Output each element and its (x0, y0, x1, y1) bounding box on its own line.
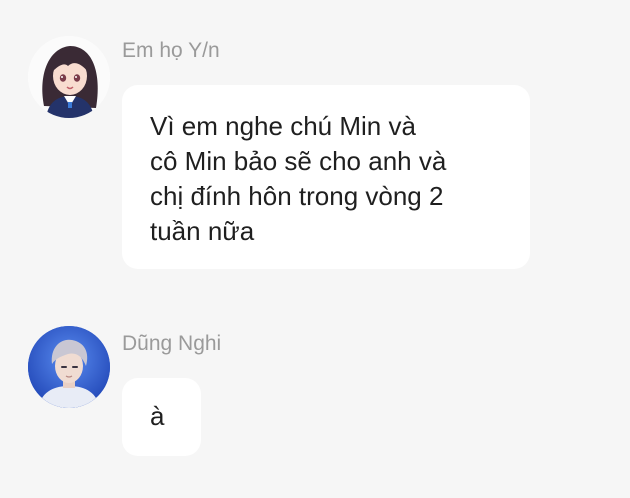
sender-name: Dũng Nghi (122, 332, 222, 355)
message-text: Vì em nghe chú Min và cô Min bảo sẽ cho … (150, 111, 447, 246)
message-bubble[interactable]: Vì em nghe chú Min và cô Min bảo sẽ cho … (122, 85, 530, 269)
message-bubble[interactable]: à (122, 378, 201, 456)
sender-name: Em họ Y/n (122, 39, 220, 62)
message-text: à (150, 401, 165, 431)
anime-girl-avatar-icon (28, 36, 110, 118)
young-man-photo-avatar-icon (28, 326, 110, 408)
sender-avatar[interactable] (28, 36, 110, 118)
sender-avatar[interactable] (28, 326, 110, 408)
